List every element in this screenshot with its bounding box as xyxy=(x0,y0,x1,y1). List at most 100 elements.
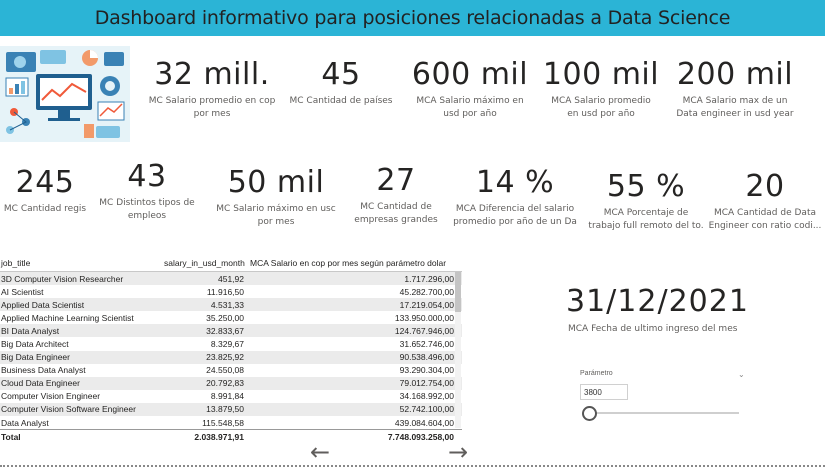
table-row[interactable]: Big Data Architect 8.329,67 31.652.746,00 xyxy=(0,337,462,350)
kpi-card-salario-promedio-cop: 32 mill. MC Salario promedio en cop por … xyxy=(138,58,286,121)
table-row[interactable]: Cloud Data Engineer 20.792,83 79.012.754,0… xyxy=(0,376,462,390)
page-prev-arrow-icon[interactable]: ← xyxy=(310,440,330,464)
kpi-card-salario-promedio-usd-anio: 100 mil MCA Salario promedio en usd por … xyxy=(538,58,664,121)
cell-salary-usd: 13.879,50 xyxy=(206,404,244,415)
dashboard-title-bar: Dashboard informativo para posiciones re… xyxy=(0,0,825,36)
cell-job-title: Computer Vision Engineer xyxy=(1,391,101,402)
table-scroll-thumb[interactable] xyxy=(455,272,461,312)
cell-job-title: Big Data Architect xyxy=(1,339,69,350)
kpi-value: 55 % xyxy=(606,169,686,204)
kpi-value: 100 mil xyxy=(542,57,660,92)
cell-salary-usd: 4.531,33 xyxy=(210,299,244,310)
parameter-title: Parámetro xyxy=(580,370,613,377)
table-body: 3D Computer Vision Researcher 451,92 1.717… xyxy=(0,272,462,429)
salary-table[interactable]: job_title salary_in_usd_month MCA Salari… xyxy=(0,254,462,443)
kpi-card-porcentaje-remoto: 55 % MCA Porcentaje de trabajo full remo… xyxy=(584,170,708,233)
table-total-row: Total 2.038.971,91 7.748.093.258,00 xyxy=(0,429,462,443)
cell-job-title: Computer Vision Software Engineer xyxy=(1,404,136,415)
cell-salary-usd: 115.548,58 xyxy=(202,417,244,428)
parameter-value-input[interactable]: 3800 xyxy=(580,384,628,400)
kpi-value: 45 xyxy=(321,57,361,92)
table-scrollbar[interactable] xyxy=(455,272,461,428)
kpi-value: 50 mil xyxy=(227,165,325,200)
cell-job-title: Data Analyst xyxy=(1,417,49,428)
kpi-label: MCA Salario máximo en usd por año xyxy=(416,96,524,120)
cell-salary-usd: 23.825,92 xyxy=(206,352,244,363)
cell-salario-cop: 31.652.746,00 xyxy=(399,339,454,350)
parameter-slider-track[interactable] xyxy=(588,412,739,414)
kpi-value: 32 mill. xyxy=(154,57,270,92)
kpi-label: MC Cantidad regis xyxy=(3,204,87,214)
kpi-label: MCA Diferencia del salario promedio por … xyxy=(453,204,577,228)
kpi-value: 20 xyxy=(745,169,785,204)
kpi-value: 600 mil xyxy=(411,57,529,92)
chevron-down-icon[interactable]: ⌄ xyxy=(738,370,745,379)
cell-salary-usd: 8.329,67 xyxy=(210,339,244,350)
cell-salario-cop: 52.742.100,00 xyxy=(399,404,454,415)
kpi-label: MC Cantidad de empresas grandes xyxy=(354,202,438,226)
table-row[interactable]: Applied Machine Learning Scientist 35.250… xyxy=(0,311,462,324)
cell-salary-usd: 8.991,84 xyxy=(210,391,244,402)
data-analytics-illustration-icon xyxy=(0,46,130,142)
kpi-label: MCA Porcentaje de trabajo full remoto de… xyxy=(588,208,704,232)
table-row[interactable]: Applied Data Scientist 4.531,33 17.219.054… xyxy=(0,298,462,312)
kpi-card-cantidad-paises: 45 MC Cantidad de países xyxy=(286,58,396,108)
cell-job-title: Applied Machine Learning Scientist xyxy=(1,312,134,323)
kpi-value: 14 % xyxy=(475,165,555,200)
cell-job-title: Cloud Data Engineer xyxy=(1,378,80,389)
column-header-job-title[interactable]: job_title xyxy=(0,258,160,268)
table-row[interactable]: Computer Vision Engineer 8.991,84 34.168.9… xyxy=(0,390,462,403)
kpi-value: 27 xyxy=(376,163,416,198)
date-card-label: MCA Fecha de ultimo ingreso del mes xyxy=(568,324,738,334)
kpi-label: MC Distintos tipos de empleos xyxy=(99,198,195,222)
kpi-label: MCA Cantidad de Data Engineer con ratio … xyxy=(708,208,822,232)
kpi-card-tipos-empleos: 43 MC Distintos tipos de empleos xyxy=(92,160,202,223)
page-next-arrow-icon[interactable]: → xyxy=(448,440,468,464)
cell-job-title: 3D Computer Vision Researcher xyxy=(1,273,124,284)
column-header-salario-cop[interactable]: MCA Salario en cop por mes según parámet… xyxy=(244,258,454,268)
kpi-value: 200 mil xyxy=(676,57,794,92)
cell-salario-cop: 17.219.054,00 xyxy=(399,299,454,310)
table-row[interactable]: Big Data Engineer 23.825,92 90.538.496,00 xyxy=(0,350,462,364)
kpi-label: MC Salario promedio en cop por mes xyxy=(148,96,276,120)
table-row[interactable]: AI Scientist 11.916,50 45.282.700,00 xyxy=(0,285,462,298)
total-label: Total xyxy=(1,431,21,442)
kpi-card-cantidad-data-engineer: 20 MCA Cantidad de Data Engineer con rat… xyxy=(706,170,824,233)
cell-salary-usd: 24.550,08 xyxy=(206,365,244,376)
cell-salario-cop: 45.282.700,00 xyxy=(399,286,454,297)
cell-job-title: Business Data Analyst xyxy=(1,365,86,376)
cell-salary-usd: 20.792,83 xyxy=(206,378,244,389)
kpi-card-cantidad-registros: 245 MC Cantidad regis xyxy=(0,166,90,216)
cell-salario-cop: 124.767.946,00 xyxy=(394,325,454,336)
cell-job-title: Big Data Engineer xyxy=(1,352,70,363)
dashboard-title: Dashboard informativo para posiciones re… xyxy=(94,7,731,29)
table-row[interactable]: Computer Vision Software Engineer 13.879,… xyxy=(0,402,462,417)
table-header-row: job_title salary_in_usd_month MCA Salari… xyxy=(0,254,462,272)
kpi-value: 43 xyxy=(127,159,167,194)
cell-job-title: BI Data Analyst xyxy=(1,325,60,336)
table-row[interactable]: Business Data Analyst 24.550,08 93.290.304… xyxy=(0,364,462,377)
kpi-label: MC Salario máximo en usc por mes xyxy=(216,204,336,228)
column-header-salary-usd-month[interactable]: salary_in_usd_month xyxy=(160,258,245,268)
total-salary-usd: 2.038.971,91 xyxy=(194,431,244,442)
cell-salary-usd: 11.916,50 xyxy=(206,286,244,297)
kpi-card-salario-maximo-usd-anio: 600 mil MCA Salario máximo en usd por añ… xyxy=(406,58,534,121)
cell-salario-cop: 439.084.604,00 xyxy=(394,417,454,428)
table-row[interactable]: 3D Computer Vision Researcher 451,92 1.717… xyxy=(0,272,462,286)
cell-job-title: AI Scientist xyxy=(1,286,44,297)
date-card-value: 31/12/2021 xyxy=(566,284,749,319)
kpi-value: 245 xyxy=(15,165,75,200)
page-divider xyxy=(0,465,825,467)
kpi-card-empresas-grandes: 27 MC Cantidad de empresas grandes xyxy=(350,164,442,227)
cell-salary-usd: 451,92 xyxy=(218,273,244,284)
table-row[interactable]: Data Analyst 115.548,58 439.084.604,00 xyxy=(0,416,462,429)
cell-salario-cop: 34.168.992,00 xyxy=(399,391,454,402)
table-row[interactable]: BI Data Analyst 32.833,67 124.767.946,00 xyxy=(0,324,462,338)
cell-salary-usd: 32.833,67 xyxy=(206,325,244,336)
cell-salario-cop: 133.950.000,00 xyxy=(394,312,454,323)
cell-salario-cop: 1.717.296,00 xyxy=(404,273,454,284)
parameter-slider-thumb[interactable] xyxy=(582,406,597,421)
kpi-label: MC Cantidad de países xyxy=(289,96,393,106)
cell-salario-cop: 90.538.496,00 xyxy=(399,352,454,363)
cell-job-title: Applied Data Scientist xyxy=(1,299,85,310)
